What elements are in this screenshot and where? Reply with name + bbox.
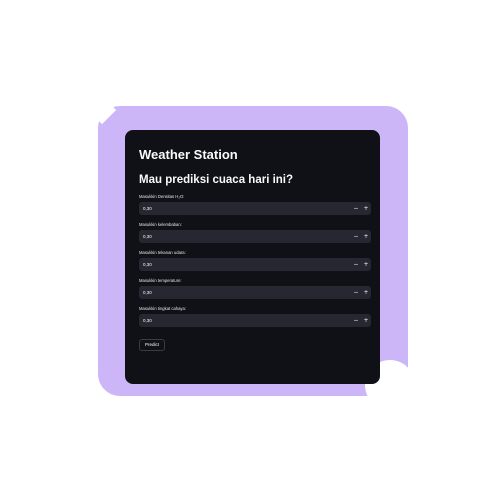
field-label: Masukkin tingkat cahaya: (139, 306, 187, 311)
field-temperature: Masukkin temperature: 0,30 − + (139, 277, 371, 299)
minus-icon[interactable]: − (351, 202, 361, 215)
number-input-temperature: 0,30 − + (139, 286, 371, 299)
field-cahaya: Masukkin tingkat cahaya: 0,30 − + (139, 305, 371, 327)
minus-icon[interactable]: − (351, 230, 361, 243)
field-kelembaban: Masukkin kelembaban: 0,30 − + (139, 221, 371, 243)
number-input-densitas: 0,30 − + (139, 202, 371, 215)
number-input-value[interactable]: 0,30 (139, 230, 351, 243)
number-input-value[interactable]: 0,30 (139, 258, 351, 271)
plus-icon[interactable]: + (361, 286, 371, 299)
number-input-cahaya: 0,30 − + (139, 314, 371, 327)
minus-icon[interactable]: − (351, 286, 361, 299)
number-input-kelembaban: 0,30 − + (139, 230, 371, 243)
number-input-tekanan: 0,30 − + (139, 258, 371, 271)
field-label: Masukkin tekanan udara: (139, 250, 186, 255)
plus-icon[interactable]: + (361, 258, 371, 271)
number-input-value[interactable]: 0,30 (139, 314, 351, 327)
plus-icon[interactable]: + (361, 314, 371, 327)
field-tekanan: Masukkin tekanan udara: 0,30 − + (139, 249, 371, 271)
number-input-value[interactable]: 0,30 (139, 202, 351, 215)
field-label: Masukkin Densitas H₂O: (139, 194, 185, 199)
field-densitas: Masukkin Densitas H₂O: 0,30 − + (139, 193, 371, 215)
minus-icon[interactable]: − (351, 258, 361, 271)
predict-button[interactable]: Predict (139, 339, 166, 351)
minus-icon[interactable]: − (351, 314, 361, 327)
app-subtitle: Mau prediksi cuaca hari ini? (139, 174, 294, 186)
app-panel: Weather Station Mau prediksi cuaca hari … (125, 130, 380, 384)
plus-icon[interactable]: + (361, 230, 371, 243)
plus-icon[interactable]: + (361, 202, 371, 215)
field-label: Masukkin kelembaban: (139, 222, 182, 227)
app-title: Weather Station (139, 147, 238, 162)
number-input-value[interactable]: 0,30 (139, 286, 351, 299)
field-label: Masukkin temperature: (139, 278, 182, 283)
